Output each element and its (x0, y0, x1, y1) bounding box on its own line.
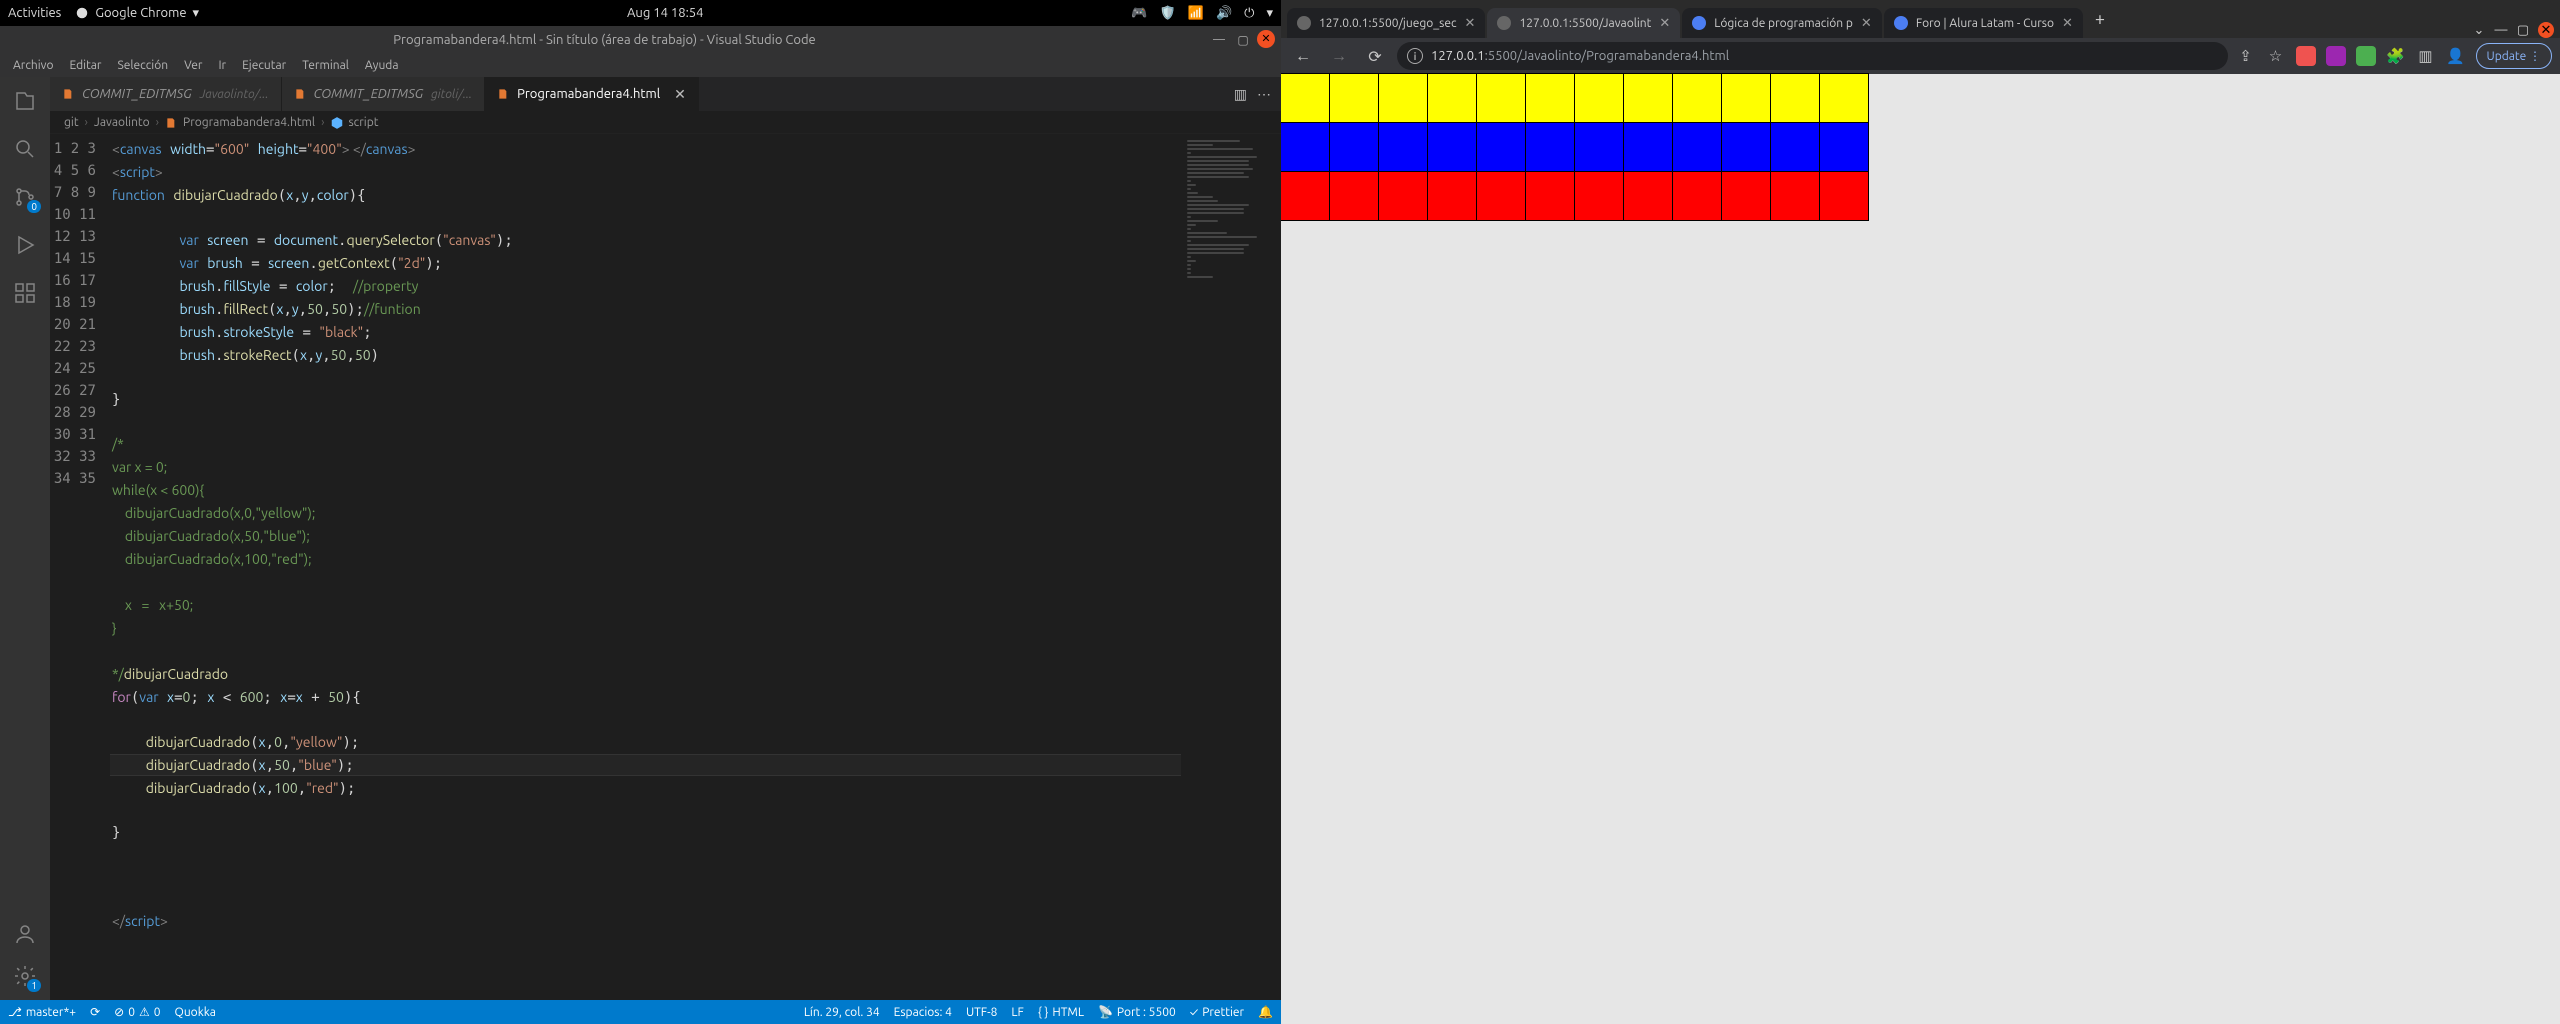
gnome-activities[interactable]: Activities (8, 6, 61, 20)
favicon-globe-icon (1297, 16, 1311, 30)
vscode-titlebar: Programabandera4.html - Sin título (área… (0, 26, 1281, 53)
code-editor[interactable]: <canvas width="600" height="400"> </canv… (110, 134, 1181, 1000)
gnome-clock: Aug 14 18:54 (199, 6, 1131, 20)
tab-close-icon[interactable]: ✕ (1659, 16, 1670, 31)
run-debug-icon[interactable] (11, 231, 39, 259)
breadcrumbs[interactable]: git› Javaolinto› Programabandera4.html› … (50, 112, 1281, 134)
status-lang[interactable]: { } HTML (1038, 1006, 1084, 1019)
chrome-tab-1[interactable]: 127.0.0.1:5500/juego_sec ✕ (1287, 8, 1485, 38)
minimap[interactable] (1181, 134, 1281, 1000)
nav-forward-button[interactable]: → (1325, 42, 1353, 70)
activity-bar: 0 1 (0, 77, 50, 1000)
tab-close-icon[interactable]: ✕ (1861, 16, 1872, 31)
power-icon[interactable]: ⏻ (1244, 6, 1254, 21)
share-icon[interactable]: ⇪ (2236, 46, 2256, 66)
volume-icon[interactable]: 🔊 (1216, 6, 1232, 21)
page-viewport (1281, 74, 2560, 1024)
chrome-toolbar: ← → ⟳ i 127.0.0.1:5500/Javaolinto/Progra… (1281, 38, 2560, 74)
chevron-down-icon[interactable]: ▾ (1266, 6, 1273, 21)
status-sync[interactable]: ⟳ (90, 1005, 100, 1019)
network-icon[interactable]: 📶 (1188, 6, 1204, 21)
address-bar[interactable]: i 127.0.0.1:5500/Javaolinto/Programaband… (1397, 42, 2228, 70)
site-info-icon[interactable]: i (1407, 48, 1423, 64)
bookmark-star-icon[interactable]: ☆ (2266, 46, 2286, 66)
shield-icon[interactable]: 🛡️ (1160, 6, 1176, 21)
status-prettier[interactable]: ✓ Prettier (1190, 1006, 1244, 1019)
chrome-close-button[interactable]: ✕ (2538, 22, 2554, 38)
menu-edit[interactable]: Editar (63, 59, 109, 72)
search-icon[interactable] (11, 135, 39, 163)
update-button[interactable]: Update ⋮ (2476, 43, 2552, 69)
status-port[interactable]: 📡 Port : 5500 (1098, 1005, 1176, 1019)
chrome-maximize-button[interactable]: ▢ (2516, 23, 2530, 37)
nav-back-button[interactable]: ← (1289, 42, 1317, 70)
gnome-current-app[interactable]: Google Chrome ▾ (75, 6, 199, 21)
crumb-file: Programabandera4.html (165, 116, 315, 130)
crumb-folder: Javaolinto (94, 116, 150, 129)
favicon-alura-icon (1894, 16, 1908, 30)
vscode-close-button[interactable]: ✕ (1257, 30, 1275, 48)
tab-commit1[interactable]: COMMIT_EDITMSGJavaolinto/... (50, 77, 282, 111)
source-control-icon[interactable]: 0 (11, 183, 39, 211)
chrome-tab-4[interactable]: Foro | Alura Latam - Curso ✕ (1884, 8, 2083, 38)
scm-badge: 0 (27, 200, 41, 213)
favicon-alura-icon (1692, 16, 1706, 30)
line-gutter: 1 2 3 4 5 6 7 8 9 10 11 12 13 14 15 16 1… (50, 134, 110, 1000)
explorer-icon[interactable] (11, 87, 39, 115)
vscode-minimize-button[interactable]: — (1209, 30, 1229, 50)
menu-file[interactable]: Archivo (6, 59, 61, 72)
vscode-window-title: Programabandera4.html - Sin título (área… (0, 33, 1209, 47)
crumb-symbol: script (330, 116, 378, 130)
status-bar: ⎇ master*+ ⟳ ⊘ 0 ⚠ 0 Quokka Lín. 29, col… (0, 1000, 1281, 1024)
extension-3-icon[interactable] (2356, 46, 2376, 66)
status-quokka[interactable]: Quokka (175, 1006, 216, 1019)
menu-selection[interactable]: Selección (110, 59, 175, 72)
canvas-output (1281, 74, 2560, 221)
favicon-globe-icon (1497, 16, 1511, 30)
menu-help[interactable]: Ayuda (358, 59, 406, 72)
tab-close-icon[interactable]: ✕ (674, 86, 686, 103)
chrome-minimize-button[interactable]: — (2494, 23, 2508, 37)
chrome-tab-3[interactable]: Lógica de programación p ✕ (1682, 8, 1882, 38)
extension-2-icon[interactable] (2326, 46, 2346, 66)
status-errors[interactable]: ⊘ 0 ⚠ 0 (114, 1005, 160, 1019)
discord-icon[interactable]: 🎮 (1131, 6, 1147, 21)
tab-programabandera[interactable]: Programabandera4.html ✕ (485, 77, 699, 111)
tab-close-icon[interactable]: ✕ (1465, 16, 1476, 31)
menu-go[interactable]: Ir (211, 59, 233, 72)
status-branch[interactable]: ⎇ master*+ (8, 1005, 76, 1019)
tab-commit2[interactable]: COMMIT_EDITMSGgitoli/... (282, 77, 486, 111)
status-eol[interactable]: LF (1011, 1006, 1023, 1019)
chrome-tabstrip: 127.0.0.1:5500/juego_sec ✕ 127.0.0.1:550… (1281, 0, 2560, 38)
profile-icon[interactable]: 👤 (2446, 46, 2466, 66)
account-icon[interactable] (11, 920, 39, 948)
extensions-icon[interactable] (11, 279, 39, 307)
status-bell-icon[interactable]: 🔔 (1258, 1005, 1273, 1019)
vscode-maximize-button[interactable]: ▢ (1233, 30, 1253, 50)
gnome-topbar: Activities Google Chrome ▾ Aug 14 18:54 … (0, 0, 1281, 26)
chrome-tab-2[interactable]: 127.0.0.1:5500/Javaolint ✕ (1487, 8, 1680, 38)
extensions-puzzle-icon[interactable]: 🧩 (2386, 46, 2406, 66)
vscode-menubar[interactable]: Archivo Editar Selección Ver Ir Ejecutar… (0, 53, 1281, 77)
side-panel-icon[interactable]: ▥ (2416, 46, 2436, 66)
extension-1-icon[interactable] (2296, 46, 2316, 66)
menu-view[interactable]: Ver (177, 59, 209, 72)
status-encoding[interactable]: UTF-8 (966, 1006, 997, 1019)
tab-close-icon[interactable]: ✕ (2062, 16, 2073, 31)
status-cursor[interactable]: Lín. 29, col. 34 (804, 1006, 880, 1019)
settings-badge: 1 (27, 979, 41, 992)
menu-run[interactable]: Ejecutar (235, 59, 293, 72)
more-actions-icon[interactable]: ⋯ (1257, 86, 1271, 103)
settings-gear-icon[interactable]: 1 (11, 962, 39, 990)
nav-reload-button[interactable]: ⟳ (1361, 42, 1389, 70)
menu-terminal[interactable]: Terminal (295, 59, 356, 72)
editor-tabs: COMMIT_EDITMSGJavaolinto/... COMMIT_EDIT… (50, 77, 1281, 112)
new-tab-button[interactable]: + (2085, 9, 2115, 29)
gnome-status-icons[interactable]: 🎮 🛡️ 📶 🔊 ⏻ ▾ (1131, 6, 1273, 21)
split-editor-icon[interactable]: ▥ (1234, 86, 1247, 103)
status-spaces[interactable]: Espacios: 4 (894, 1006, 952, 1019)
chrome-tab-search-icon[interactable]: ⌄ (2472, 23, 2486, 37)
crumb-git: git (64, 116, 79, 129)
